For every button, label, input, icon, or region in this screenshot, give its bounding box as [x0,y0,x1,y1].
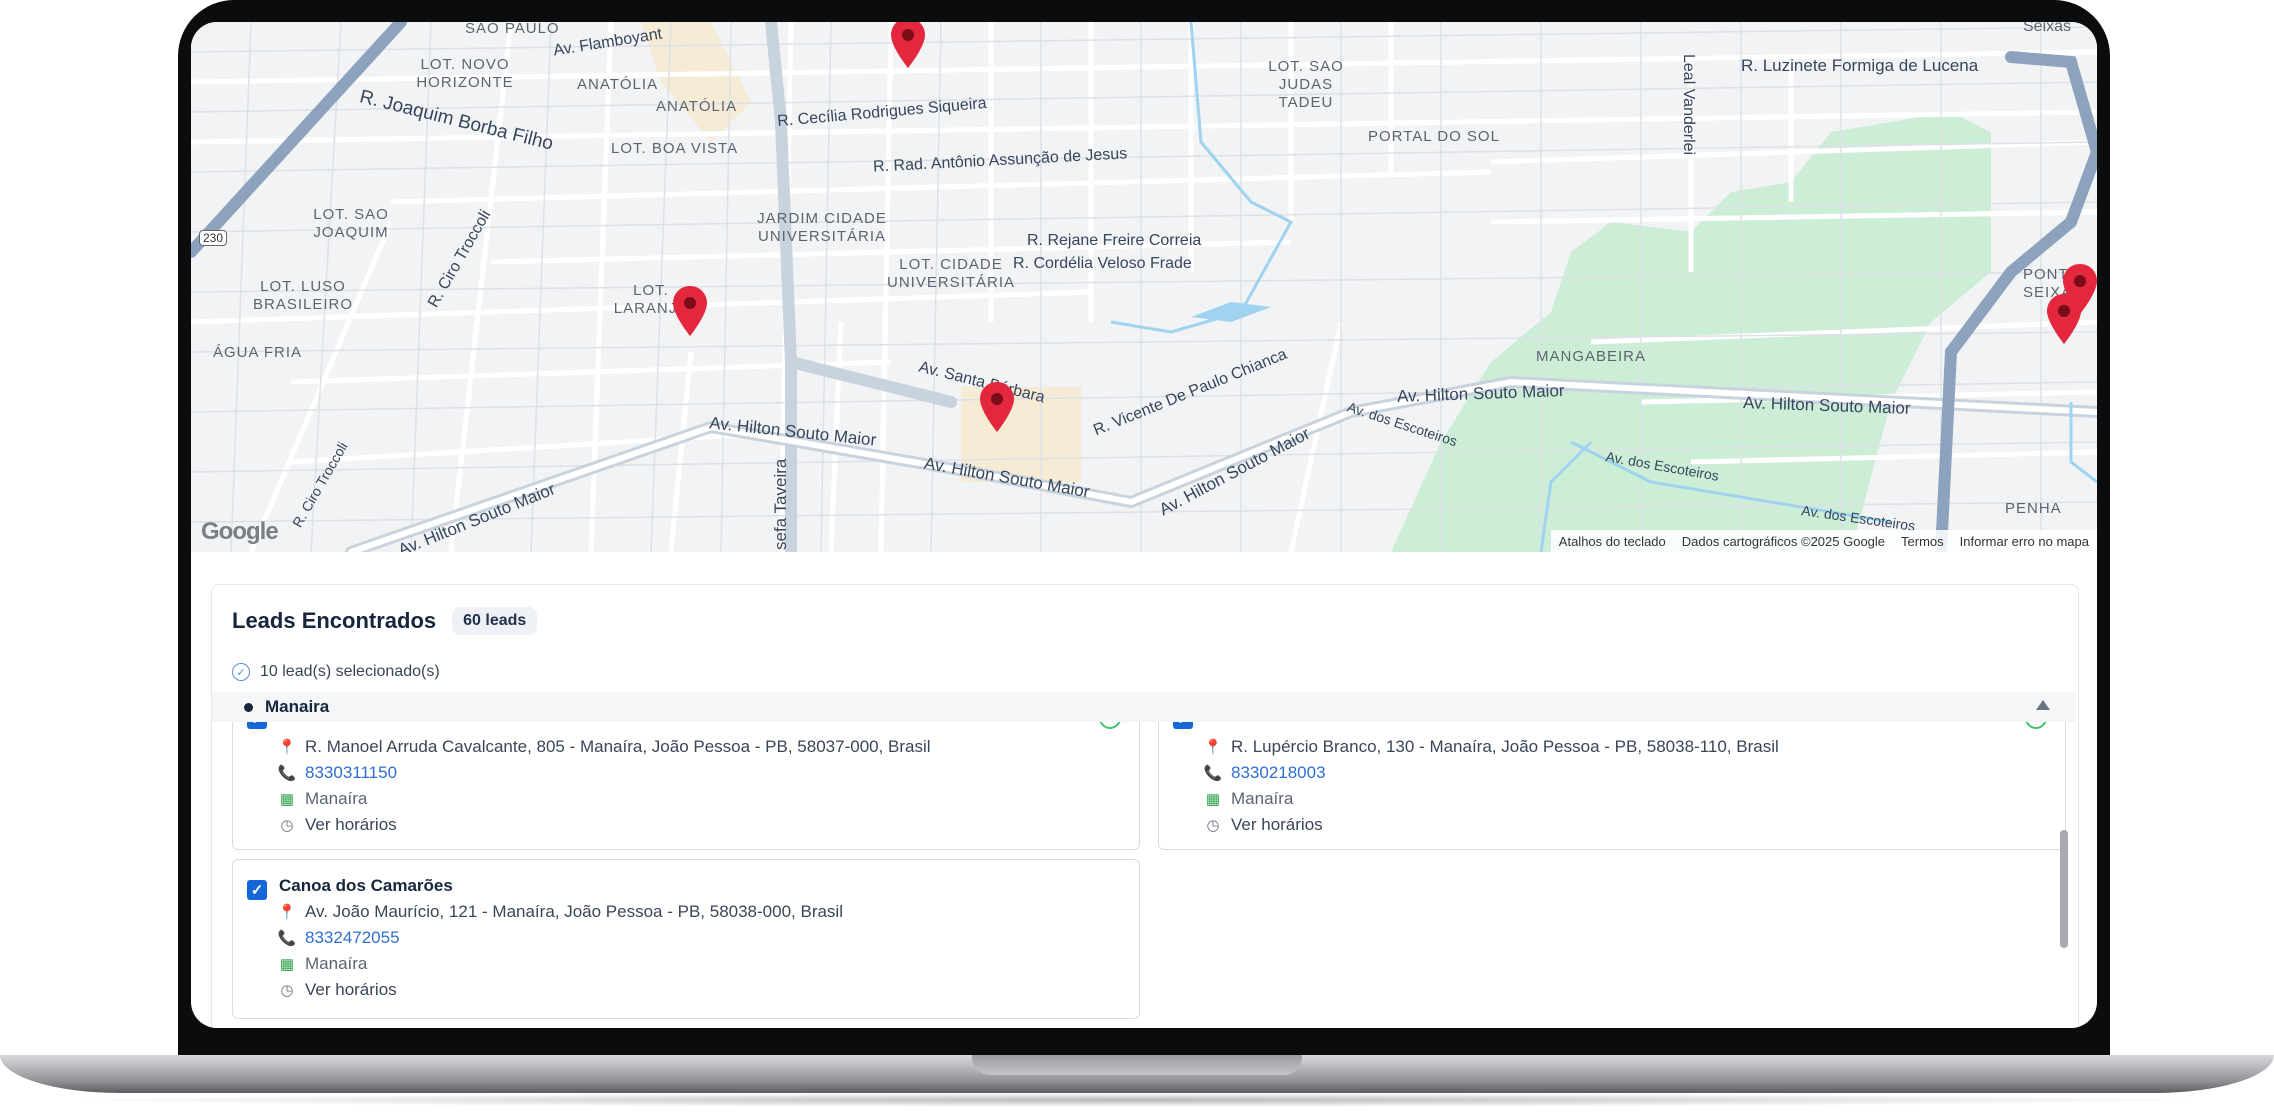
lead-name: Canoa dos Camarões [279,876,453,895]
selected-count-text: 10 lead(s) selecionado(s) [260,663,440,680]
selected-summary: ✓ 10 lead(s) selecionado(s) [232,663,440,681]
map-label: LOT. CIDADE UNIVERSITÁRIA [886,256,1016,291]
map-label: LOT. SAO JOAQUIM [313,206,389,241]
lead-card[interactable]: ✓ Canoa dos Camarões 📍 Av. João Maurício,… [232,859,1140,1019]
address-text: Av. João Maurício, 121 - Manaíra, João P… [305,902,843,921]
hours-link[interactable]: Ver horários [305,980,397,1000]
map-label: ÁGUA FRIA [213,344,303,361]
phone-link[interactable]: 8332472055 [305,928,400,948]
hours-link[interactable]: Ver horários [305,815,397,835]
map-label: LOT. LUSO BRASILEIRO [252,278,354,313]
map-label: LOT. NOVO HORIZONTE [416,56,514,91]
laptop-notch [972,1055,1302,1075]
check-circle-icon: ✓ [232,663,250,681]
store-icon: ▦ [279,791,295,808]
keyboard-shortcuts-link[interactable]: Atalhos do teclado [1559,534,1666,549]
group-dot-icon [244,702,253,712]
highway-shield: 230 [199,230,228,246]
leads-header: Leads Encontrados 60 leads [232,607,538,635]
neighborhood-text: Manaíra [305,789,368,808]
lead-phone[interactable]: 📞 8330218003 [1203,763,1326,783]
lead-neighborhood: ▦ Manaíra [1205,789,1293,809]
lead-address: 📍 R. Manoel Arruda Cavalcante, 805 - Mana… [277,737,931,757]
map-label: MANGABEIRA [1536,348,1647,365]
group-header-manaira[interactable]: Manaira [212,692,2076,722]
screen: SÃO PAULO LOT. NOVO HORIZONTE ANATÓLIA A… [191,22,2097,1028]
map-pin-icon[interactable] [980,382,1014,432]
leads-count-badge: 60 leads [452,607,538,635]
lead-address: 📍 Av. João Maurício, 121 - Manaíra, João … [277,902,843,922]
lead-card[interactable]: ✓ 📍 R. Lupércio Branco, 130 - Manaíra, Jo… [1158,722,2066,850]
phone-icon: 📞 [277,930,297,947]
lead-checkbox[interactable]: ✓ [247,880,267,900]
store-icon: ▦ [1205,791,1221,808]
map-pin-icon[interactable] [2047,294,2081,344]
neighborhood-text: Manaíra [1231,789,1294,808]
lead-card[interactable]: ✓ 📍 R. Manoel Arruda Cavalcante, 805 - Ma… [232,722,1140,850]
clock-icon: ◷ [1206,817,1220,834]
map-pin-icon[interactable] [891,22,925,68]
lead-neighborhood: ▦ Manaíra [279,954,367,974]
group-name: Manaira [265,697,330,716]
lead-phone[interactable]: 📞 8332472055 [277,928,400,948]
map-pin-icon[interactable] [673,286,707,336]
location-icon: 📍 [277,904,297,921]
verified-ring-icon [1099,722,1121,729]
street-label: sefa Taveira [771,458,790,550]
phone-icon: 📞 [277,765,297,782]
lead-address: 📍 R. Lupércio Branco, 130 - Manaíra, João… [1203,737,1779,757]
leads-panel: Leads Encontrados 60 leads ✓ 10 lead(s) … [211,584,2079,1028]
map-label: Seixas [2023,22,2072,35]
lead-hours[interactable]: ◷ Ver horários [1205,815,1323,835]
phone-link[interactable]: 8330311150 [305,763,397,783]
lead-checkbox[interactable]: ✓ [247,722,267,729]
chevron-up-icon[interactable] [2036,700,2050,710]
address-text: R. Lupércio Branco, 130 - Manaíra, João … [1231,737,1779,756]
map-label: LOT. BOA VISTA [611,140,739,157]
google-logo: Google [201,518,279,545]
map-label: PORTAL DO SOL [1368,128,1500,145]
scrollbar-thumb[interactable] [2060,830,2068,948]
map-label: PENHA [2005,500,2062,517]
map-label: ANATÓLIA [577,76,659,93]
laptop-shadow [60,1093,2214,1107]
map-label: ANATÓLIA [656,98,738,115]
street-label: Leal Vanderlei [1680,54,1697,156]
lead-hours[interactable]: ◷ Ver horários [279,815,397,835]
map-attribution: Atalhos do teclado Dados cartográficos ©… [1550,530,2097,552]
lead-neighborhood: ▦ Manaíra [279,789,367,809]
map-canvas [191,22,2097,552]
leads-title: Leads Encontrados [232,608,437,633]
store-icon: ▦ [279,956,295,973]
location-icon: 📍 [1203,739,1223,756]
map-view[interactable]: SÃO PAULO LOT. NOVO HORIZONTE ANATÓLIA A… [191,22,2097,552]
address-text: R. Manoel Arruda Cavalcante, 805 - Manaí… [305,737,931,756]
scrollbar[interactable] [2060,722,2068,1028]
lead-hours[interactable]: ◷ Ver horários [279,980,397,1000]
lead-checkbox[interactable]: ✓ [1173,722,1193,729]
phone-link[interactable]: 8330218003 [1231,763,1326,783]
terms-link[interactable]: Termos [1901,534,1944,549]
map-label: LOT. SAO JUDAS TADEU [1268,58,1344,111]
lead-phone[interactable]: 📞 8330311150 [277,763,397,783]
location-icon: 📍 [277,739,297,756]
street-label: R. Luzinete Formiga de Lucena [1741,56,1979,75]
clock-icon: ◷ [280,817,294,834]
report-error-link[interactable]: Informar erro no mapa [1960,534,2089,549]
map-data-text: Dados cartográficos ©2025 Google [1681,533,1886,549]
map-label: JARDIM CIDADE UNIVERSITÁRIA [757,210,887,245]
hours-link[interactable]: Ver horários [1231,815,1323,835]
neighborhood-text: Manaíra [305,954,368,973]
street-label: R. Cordélia Veloso Frade [1013,255,1192,272]
clock-icon: ◷ [280,982,294,999]
verified-ring-icon [2025,722,2047,729]
map-label: SÃO PAULO [465,22,560,37]
street-label: R. Rejane Freire Correia [1027,232,1202,249]
phone-icon: 📞 [1203,765,1223,782]
lead-cards-list[interactable]: ✓ 📍 R. Manoel Arruda Cavalcante, 805 - Ma… [212,722,2076,1028]
